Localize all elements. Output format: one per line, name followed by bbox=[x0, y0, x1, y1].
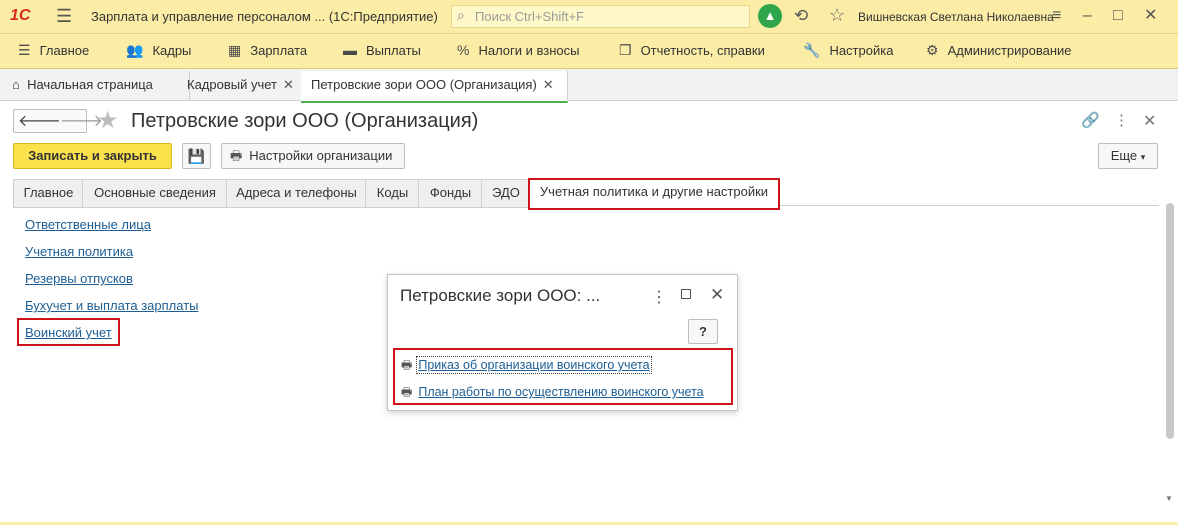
tab-hr-records[interactable]: Кадровый учет ✕ bbox=[177, 71, 311, 100]
close-tab-icon[interactable]: ✕ bbox=[543, 77, 554, 92]
organization-settings-button[interactable]: 🖶 Настройки организации bbox=[221, 143, 405, 169]
link-vacation-reserves[interactable]: Резервы отпусков bbox=[25, 271, 133, 286]
hamburger-icon: ☰ bbox=[18, 42, 31, 58]
tab-organization[interactable]: Петровские зори ООО (Организация) ✕ bbox=[301, 71, 568, 103]
gear-icon: ⚙ bbox=[926, 42, 939, 58]
user-name[interactable]: Вишневская Светлана Николаевна bbox=[858, 10, 1054, 24]
print-icon: 🖶 bbox=[401, 358, 413, 372]
app-logo: 1С bbox=[10, 7, 31, 24]
reports-icon: ❐ bbox=[619, 42, 632, 58]
tab-funds[interactable]: Фонды bbox=[418, 179, 483, 208]
tab-codes[interactable]: Коды bbox=[365, 179, 420, 208]
link-payroll-accounting[interactable]: Бухучет и выплата зарплаты bbox=[25, 298, 199, 313]
link-accounting-policy[interactable]: Учетная политика bbox=[25, 244, 133, 259]
menu-item-main[interactable]: ☰ Главное bbox=[18, 42, 89, 59]
chevron-down-icon: ▾ bbox=[1140, 152, 1146, 162]
main-menu-icon[interactable]: ☰ bbox=[56, 6, 72, 27]
people-icon: 👥 bbox=[126, 42, 144, 58]
tab-accounting-policy[interactable]: Учетная политика и другие настройки bbox=[528, 178, 780, 210]
percent-icon: % bbox=[457, 42, 470, 58]
calculator-icon: ▦ bbox=[228, 42, 242, 58]
wrench-icon: 🔧 bbox=[803, 42, 821, 58]
wallet-icon: ▬ bbox=[343, 42, 357, 58]
tab-addresses[interactable]: Адреса и телефоны bbox=[226, 179, 367, 208]
link-military-order[interactable]: 🖶 Приказ об организации воинского учета bbox=[401, 356, 652, 377]
menu-item-payments[interactable]: ▬ Выплаты bbox=[343, 42, 421, 58]
menu-item-reports[interactable]: ❐ Отчетность, справки bbox=[619, 42, 765, 59]
close-icon[interactable]: ✕ bbox=[1144, 7, 1159, 24]
window-controls[interactable]: ≡ – □ ✕ bbox=[1052, 5, 1159, 25]
close-form-icon[interactable]: ✕ bbox=[1143, 111, 1156, 131]
maximize-icon[interactable] bbox=[681, 289, 691, 299]
history-icon[interactable]: ⟲ bbox=[794, 6, 808, 26]
link-military-plan[interactable]: 🖶 План работы по осуществлению воинского … bbox=[401, 383, 704, 404]
scrollbar-thumb[interactable] bbox=[1166, 203, 1174, 439]
search-icon: ⌕ bbox=[457, 7, 465, 23]
highlight-frame bbox=[17, 318, 120, 346]
save-button[interactable]: 💾 bbox=[182, 143, 211, 169]
settings-menu-icon[interactable]: ≡ bbox=[1052, 7, 1063, 24]
menu-item-taxes[interactable]: % Налоги и взносы bbox=[457, 42, 580, 58]
print-icon: 🖶 bbox=[401, 385, 413, 399]
floppy-icon: 💾 bbox=[187, 148, 206, 164]
home-icon: ⌂ bbox=[12, 77, 20, 92]
search-input[interactable] bbox=[473, 6, 743, 26]
menu-item-setup[interactable]: 🔧 Настройка bbox=[803, 42, 893, 59]
popup-title: Петровские зори ООО: ... bbox=[400, 286, 601, 305]
print-icon: 🖶 bbox=[230, 148, 243, 163]
more-button[interactable]: Еще ▾ bbox=[1098, 143, 1158, 169]
tab-home[interactable]: ⌂ Начальная страница bbox=[0, 71, 190, 100]
notifications-icon[interactable]: ▲ bbox=[758, 4, 782, 28]
help-button[interactable]: ? bbox=[688, 319, 718, 344]
app-title: Зарплата и управление персоналом ... (1С… bbox=[91, 9, 438, 24]
tab-basic-info[interactable]: Основные сведения bbox=[82, 179, 228, 208]
link-icon[interactable]: 🔗 bbox=[1081, 111, 1100, 129]
minimize-icon[interactable]: – bbox=[1083, 7, 1094, 24]
scroll-down-icon[interactable]: ▼ bbox=[1165, 494, 1173, 503]
menu-item-hr[interactable]: 👥 Кадры bbox=[126, 42, 191, 59]
more-vertical-icon[interactable]: ⋮ bbox=[1114, 111, 1129, 129]
menu-item-salary[interactable]: ▦ Зарплата bbox=[228, 42, 307, 59]
form-title: Петровские зори ООО (Организация) bbox=[131, 110, 479, 132]
menu-item-admin[interactable]: ⚙ Администрирование bbox=[926, 42, 1072, 59]
maximize-icon[interactable]: □ bbox=[1113, 7, 1125, 24]
tab-edo[interactable]: ЭДО bbox=[481, 179, 531, 208]
more-vertical-icon[interactable]: ⋮ bbox=[651, 287, 667, 307]
favorites-icon[interactable]: ☆ bbox=[829, 5, 845, 26]
back-arrow-icon[interactable]: 🡐 bbox=[18, 110, 61, 131]
close-icon[interactable]: ✕ bbox=[710, 285, 724, 305]
tab-main[interactable]: Главное bbox=[13, 179, 84, 208]
favorite-star-icon[interactable]: ★ bbox=[97, 106, 119, 135]
link-responsible-persons[interactable]: Ответственные лица bbox=[25, 217, 151, 232]
close-tab-icon[interactable]: ✕ bbox=[283, 77, 294, 92]
save-and-close-button[interactable]: Записать и закрыть bbox=[13, 143, 172, 169]
